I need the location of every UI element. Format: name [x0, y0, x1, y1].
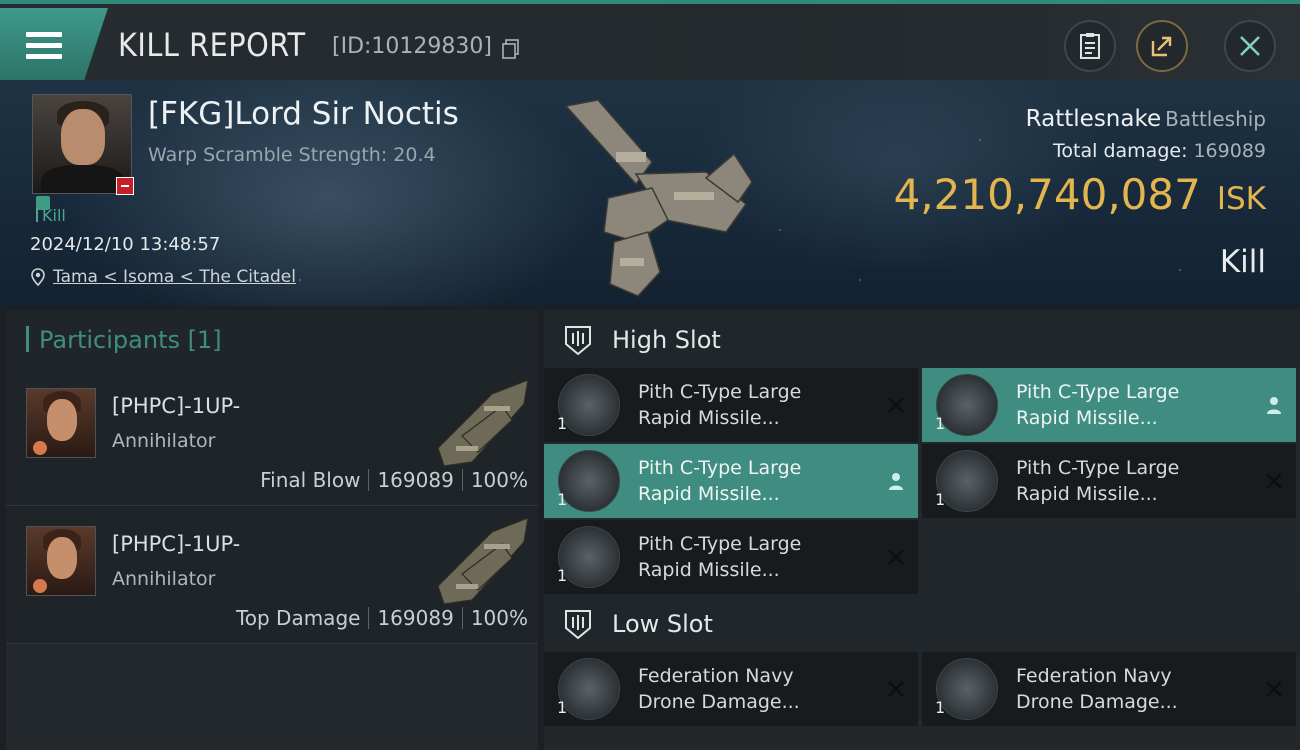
low-slot-title: Low Slot [612, 610, 713, 638]
participant-ship: Annihilator [112, 568, 216, 590]
participant-role: Top Damage [235, 606, 361, 630]
x-icon [888, 681, 904, 697]
ship-name[interactable]: Rattlesnake [1026, 106, 1161, 132]
module-item[interactable]: 1 Federation Navy Drone Damage... [544, 652, 918, 726]
module-name: Pith C-Type Large Rapid Missile... [1016, 457, 1180, 505]
copy-icon[interactable] [502, 39, 520, 59]
missile-launcher-icon [558, 450, 620, 512]
participant-row[interactable]: [PHPC]-1UP- Annihilator Top Damage 169089… [6, 506, 538, 644]
module-name: Pith C-Type Large Rapid Missile... [1016, 381, 1180, 429]
participant-stats: Top Damage 169089 100% [236, 606, 528, 630]
victim-banner: [FKG]Lord Sir Noctis Warp Scramble Stren… [0, 80, 1300, 306]
module-quantity: 1 [935, 414, 946, 433]
missile-launcher-icon [936, 374, 998, 436]
page-title: KILL REPORT [118, 26, 306, 64]
participant-avatar[interactable] [26, 388, 96, 458]
clipboard-button[interactable] [1064, 20, 1116, 72]
participant-row[interactable]: [PHPC]-1UP- Annihilator Final Blow 169089… [6, 368, 538, 506]
low-slot-header: Low Slot [544, 594, 1300, 654]
module-name: Federation Navy Drone Damage... [1016, 665, 1178, 713]
corp-badge-icon [33, 441, 47, 455]
clipboard-icon [1080, 33, 1100, 59]
missile-launcher-icon [558, 526, 620, 588]
participant-damage: 169089 [377, 606, 454, 630]
menu-button[interactable] [0, 8, 108, 80]
module-item[interactable]: 1 Pith C-Type Large Rapid Missile... [544, 520, 918, 594]
drone-damage-amplifier-icon [936, 658, 998, 720]
participant-ship-render [437, 379, 529, 467]
module-item[interactable]: 1 Pith C-Type Large Rapid Missile... [922, 444, 1296, 518]
participants-title: Participants [1] [6, 310, 538, 368]
module-quantity: 1 [557, 698, 568, 717]
ship-info: Rattlesnake Battleship [1026, 106, 1266, 132]
total-damage-label: Total damage: [1053, 140, 1188, 162]
module-name: Federation Navy Drone Damage... [638, 665, 800, 713]
module-quantity: 1 [557, 414, 568, 433]
participant-ship: Annihilator [112, 430, 216, 452]
participant-damage: 169089 [377, 468, 454, 492]
warp-scramble-strength: Warp Scramble Strength: 20.4 [148, 144, 436, 166]
participant-name: [PHPC]-1UP- [112, 394, 241, 418]
low-slot-icon [565, 610, 591, 640]
kill-datetime: 2024/12/10 13:48:57 [30, 234, 221, 255]
location-pin-icon [31, 268, 45, 286]
module-quantity: 1 [935, 490, 946, 509]
standing-minus-icon [116, 177, 134, 195]
participant-percent: 100% [470, 468, 528, 492]
x-icon [888, 397, 904, 413]
module-item[interactable]: 1 Pith C-Type Large Rapid Missile... [544, 368, 918, 442]
kill-tag: Kill [36, 206, 66, 225]
module-quantity: 1 [935, 698, 946, 717]
module-quantity: 1 [557, 566, 568, 585]
module-item[interactable]: 1 Pith C-Type Large Rapid Missile... [544, 444, 918, 518]
corp-badge-icon [33, 579, 47, 593]
share-icon [1151, 36, 1172, 57]
participant-stats: Final Blow 169089 100% [260, 468, 528, 492]
module-item[interactable]: 1 Pith C-Type Large Rapid Missile... [922, 368, 1296, 442]
kill-result: Kill [1219, 244, 1266, 280]
missile-launcher-icon [558, 374, 620, 436]
missile-launcher-icon [936, 450, 998, 512]
x-icon [1266, 473, 1282, 489]
fitting-panel: High Slot 1 Pith C-Type Large Rapid Missi… [544, 310, 1300, 750]
drone-damage-amplifier-icon [558, 658, 620, 720]
isk-loss: 4,210,740,087 ISK [894, 170, 1266, 219]
close-icon [1240, 36, 1260, 56]
person-icon [889, 473, 903, 490]
participants-panel: Participants [1] [PHPC]-1UP- Annihilator… [6, 310, 538, 750]
x-icon [888, 549, 904, 565]
module-name: Pith C-Type Large Rapid Missile... [638, 457, 802, 505]
participant-percent: 100% [470, 606, 528, 630]
high-slot-icon [565, 326, 591, 356]
participant-avatar[interactable] [26, 526, 96, 596]
participant-name: [PHPC]-1UP- [112, 532, 241, 556]
hamburger-icon [26, 32, 62, 60]
close-button[interactable] [1224, 20, 1276, 72]
high-slot-header: High Slot [544, 310, 1300, 370]
module-item[interactable]: 1 Federation Navy Drone Damage... [922, 652, 1296, 726]
ship-class: Battleship [1165, 107, 1266, 131]
high-slot-title: High Slot [612, 326, 721, 354]
module-name: Pith C-Type Large Rapid Missile... [638, 381, 802, 429]
report-id: [ID:10129830] [332, 34, 492, 59]
ship-render [564, 99, 753, 297]
share-button[interactable] [1136, 20, 1188, 72]
participant-ship-render [437, 517, 529, 605]
isk-unit: ISK [1216, 181, 1266, 217]
location-link[interactable]: Tama < Isoma < The Citadel [53, 267, 296, 287]
isk-value: 4,210,740,087 [893, 170, 1201, 219]
person-icon [1267, 397, 1281, 414]
module-quantity: 1 [557, 490, 568, 509]
module-name: Pith C-Type Large Rapid Missile... [638, 533, 802, 581]
participant-role: Final Blow [260, 468, 361, 492]
total-damage-value: 169089 [1193, 140, 1266, 162]
x-icon [1266, 681, 1282, 697]
victim-name[interactable]: [FKG]Lord Sir Noctis [148, 96, 459, 132]
header-bar: KILL REPORT [ID:10129830] [0, 0, 1300, 80]
total-damage: Total damage: 169089 [1053, 140, 1266, 162]
